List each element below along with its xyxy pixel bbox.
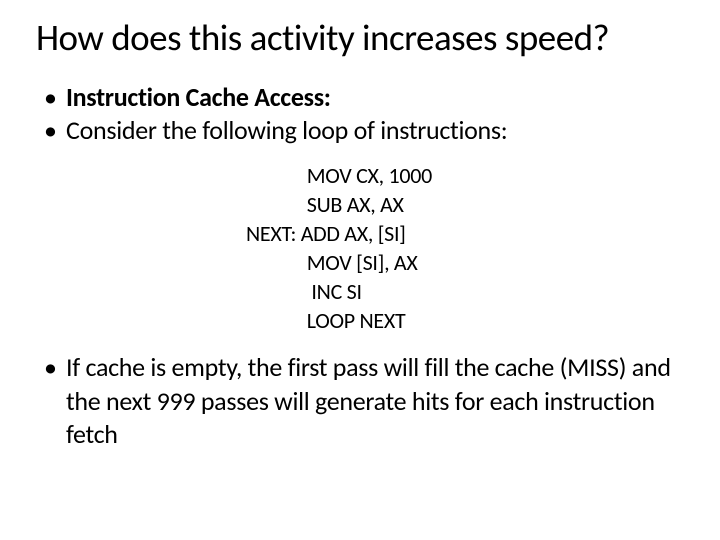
bullet-text: Consider the following loop of instructi… — [66, 114, 507, 146]
bullet-text: If cache is empty, the first pass will f… — [66, 351, 671, 450]
slide: How does this activity increases speed? … — [0, 0, 720, 540]
slide-title: How does this activity increases speed? — [36, 18, 684, 59]
bullet-item: Instruction Cache Access: — [44, 81, 684, 114]
bullet-list-2: If cache is empty, the first pass will f… — [44, 351, 684, 451]
bullet-item: Consider the following loop of instructi… — [44, 114, 684, 147]
bullet-list: Instruction Cache Access: Consider the f… — [44, 81, 684, 148]
code-block: MOV CX, 1000 SUB AX, AX NEXT: ADD AX, [S… — [36, 161, 684, 335]
bullet-text: Instruction Cache Access: — [66, 81, 331, 113]
bullet-item: If cache is empty, the first pass will f… — [44, 351, 684, 451]
